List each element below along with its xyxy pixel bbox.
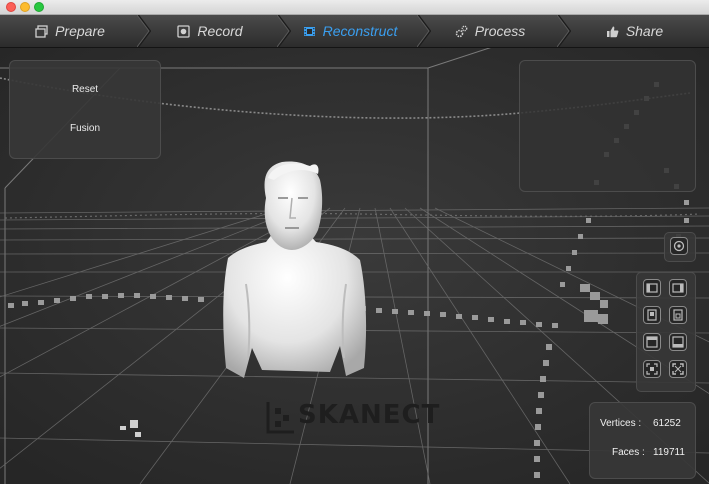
- camera-target-icon: [670, 237, 688, 255]
- 3d-viewport[interactable]: SKANECT Reset Fusion Vertices: 61252 Fa…: [0, 48, 709, 484]
- view-front-icon: [647, 309, 657, 321]
- zoom-extents-button[interactable]: [669, 360, 687, 378]
- tab-prepare[interactable]: Prepare: [0, 15, 140, 47]
- tab-record[interactable]: Record: [140, 15, 280, 47]
- tab-share-label: Share: [625, 23, 664, 39]
- photos-icon: [35, 24, 48, 38]
- tab-process-label: Process: [474, 23, 526, 39]
- camera-preview-panel: [519, 60, 696, 192]
- skanect-watermark: SKANECT: [298, 400, 441, 430]
- tab-record-label: Record: [197, 23, 243, 39]
- view-back-icon: [673, 309, 683, 321]
- window-close-button[interactable]: [6, 2, 16, 12]
- view-left-icon: [646, 283, 658, 293]
- view-right-icon: [672, 283, 684, 293]
- tab-reconstruct-label: Reconstruct: [322, 23, 398, 39]
- zoom-fit-icon: [646, 363, 658, 375]
- vertices-value: 61252: [653, 418, 681, 429]
- tab-reconstruct[interactable]: Reconstruct: [280, 15, 420, 47]
- view-left-button[interactable]: [643, 279, 661, 297]
- tab-prepare-label: Prepare: [55, 23, 105, 39]
- reconstruct-control-panel: Reset Fusion: [9, 60, 161, 159]
- vertices-label: Vertices :: [600, 418, 642, 429]
- zoom-fit-button[interactable]: [643, 360, 661, 378]
- window-titlebar: [0, 0, 709, 15]
- view-top-icon: [646, 336, 658, 348]
- window-maximize-button[interactable]: [34, 2, 44, 12]
- mesh-stats-panel: Vertices : 61252 Faces : 119711: [589, 402, 696, 479]
- reset-button[interactable]: Reset: [10, 84, 160, 95]
- window-minimize-button[interactable]: [20, 2, 30, 12]
- tab-process[interactable]: Process: [420, 15, 560, 47]
- view-back-button[interactable]: [669, 306, 687, 324]
- faces-label: Faces :: [612, 447, 645, 458]
- gears-icon: [455, 25, 468, 37]
- skanect-logo-icon: [266, 402, 294, 434]
- view-right-button[interactable]: [669, 279, 687, 297]
- fusion-button[interactable]: Fusion: [10, 123, 160, 134]
- record-icon: [177, 24, 191, 38]
- view-toolbar: [636, 272, 696, 392]
- view-top-button[interactable]: [643, 333, 661, 351]
- film-icon: [303, 26, 315, 36]
- tab-share[interactable]: Share: [560, 15, 709, 47]
- view-bottom-icon: [672, 336, 684, 348]
- zoom-extents-icon: [672, 363, 684, 375]
- workflow-tab-bar: Prepare Record Reconstruct Process Share: [0, 15, 709, 48]
- camera-target-button[interactable]: [664, 232, 696, 262]
- view-front-button[interactable]: [643, 306, 661, 324]
- faces-value: 119711: [653, 447, 685, 458]
- thumbs-up-icon: [606, 26, 619, 37]
- view-bottom-button[interactable]: [669, 333, 687, 351]
